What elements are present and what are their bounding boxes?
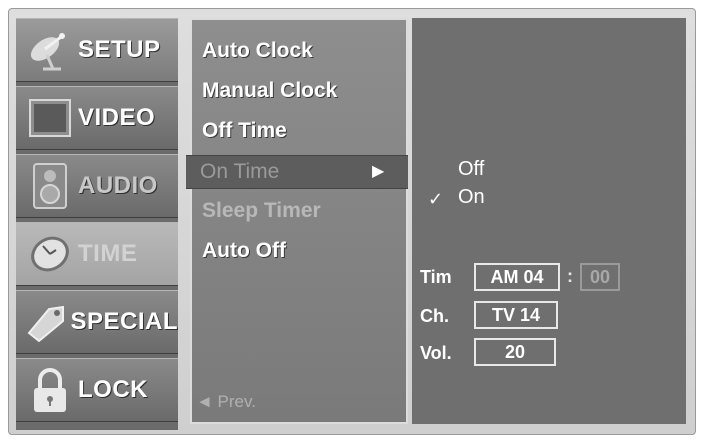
category-label: TIME [78,240,138,267]
time-separator: : [567,266,573,286]
category-column: SETUP VIDEO AUDIO TIME SPECIAL LOCK [16,18,178,430]
submenu-item-auto-off[interactable]: Auto Off [202,234,286,268]
category-lock[interactable]: LOCK [16,358,178,422]
on-time-panel: Off ✓ On Tim AM 04 : 00 Ch. TV 14 Vol. 2… [412,18,686,424]
channel-label: Ch. [420,306,449,326]
right-arrow-icon: ▶ [372,163,385,180]
channel-field[interactable]: TV 14 [474,301,558,329]
category-time[interactable]: TIME [16,222,178,286]
category-setup[interactable]: SETUP [16,18,178,82]
volume-label: Vol. [420,343,452,363]
submenu-item-sleep-timer[interactable]: Sleep Timer [202,194,321,228]
option-off[interactable]: Off [458,158,484,181]
submenu-item-manual-clock[interactable]: Manual Clock [202,74,337,108]
time-label: Tim [420,267,452,287]
clock-icon [22,226,78,282]
speaker-icon [22,158,78,214]
category-label: AUDIO [78,172,158,199]
prev-button[interactable]: ◄ Prev. [196,392,256,412]
category-special[interactable]: SPECIAL [16,290,178,354]
submenu-item-auto-clock[interactable]: Auto Clock [202,34,313,68]
category-audio[interactable]: AUDIO [16,154,178,218]
category-label: VIDEO [78,104,156,131]
time-minute-field[interactable]: 00 [580,263,620,291]
time-hour-field[interactable]: AM 04 [474,263,560,291]
category-label: SPECIAL [70,308,178,335]
category-label: LOCK [78,376,148,403]
checkmark-icon: ✓ [428,189,444,209]
submenu-selected-label: On Time [200,160,280,183]
category-video[interactable]: VIDEO [16,86,178,150]
submenu-item-on-time[interactable]: On Time ▶ [186,155,408,189]
satellite-dish-icon [22,22,78,78]
submenu-item-off-time[interactable]: Off Time [202,114,287,148]
category-label: SETUP [78,36,161,63]
padlock-icon [22,362,78,418]
volume-field[interactable]: 20 [474,338,556,366]
time-submenu: Auto Clock Manual Clock Off Time Sleep T… [190,18,408,424]
option-on[interactable]: On [458,186,485,209]
screen-icon [22,90,78,146]
tag-icon [22,294,70,350]
